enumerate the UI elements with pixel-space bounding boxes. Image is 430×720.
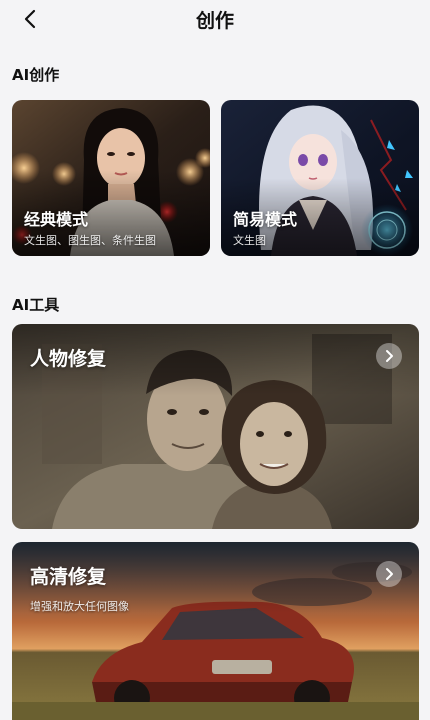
hd-restore-card[interactable]: 高清修复 增强和放大任何图像 <box>12 542 419 720</box>
classic-mode-card[interactable]: 经典模式 文生图、图生图、条件生图 <box>12 100 210 256</box>
portrait-restore-arrow-button[interactable] <box>376 343 402 369</box>
simple-mode-title: 简易模式 <box>233 210 298 229</box>
simple-mode-card[interactable]: 简易模式 文生图 <box>221 100 419 256</box>
portrait-restore-title: 人物修复 <box>30 348 107 370</box>
top-bar: 创作 <box>0 0 430 40</box>
page-title: 创作 <box>195 10 234 32</box>
section-title-ai-create: AI创作 <box>12 66 60 84</box>
classic-mode-subtitle: 文生图、图生图、条件生图 <box>24 234 156 247</box>
chevron-right-icon <box>386 568 393 580</box>
hd-restore-subtitle: 增强和放大任何图像 <box>30 600 129 613</box>
portrait-restore-card[interactable]: 人物修复 <box>12 324 419 529</box>
section-title-ai-tools: AI工具 <box>12 296 60 314</box>
classic-mode-title: 经典模式 <box>24 210 89 229</box>
simple-mode-subtitle: 文生图 <box>233 234 266 247</box>
hd-restore-title: 高清修复 <box>30 566 107 588</box>
chevron-right-icon <box>386 350 393 362</box>
hd-restore-arrow-button[interactable] <box>376 561 402 587</box>
